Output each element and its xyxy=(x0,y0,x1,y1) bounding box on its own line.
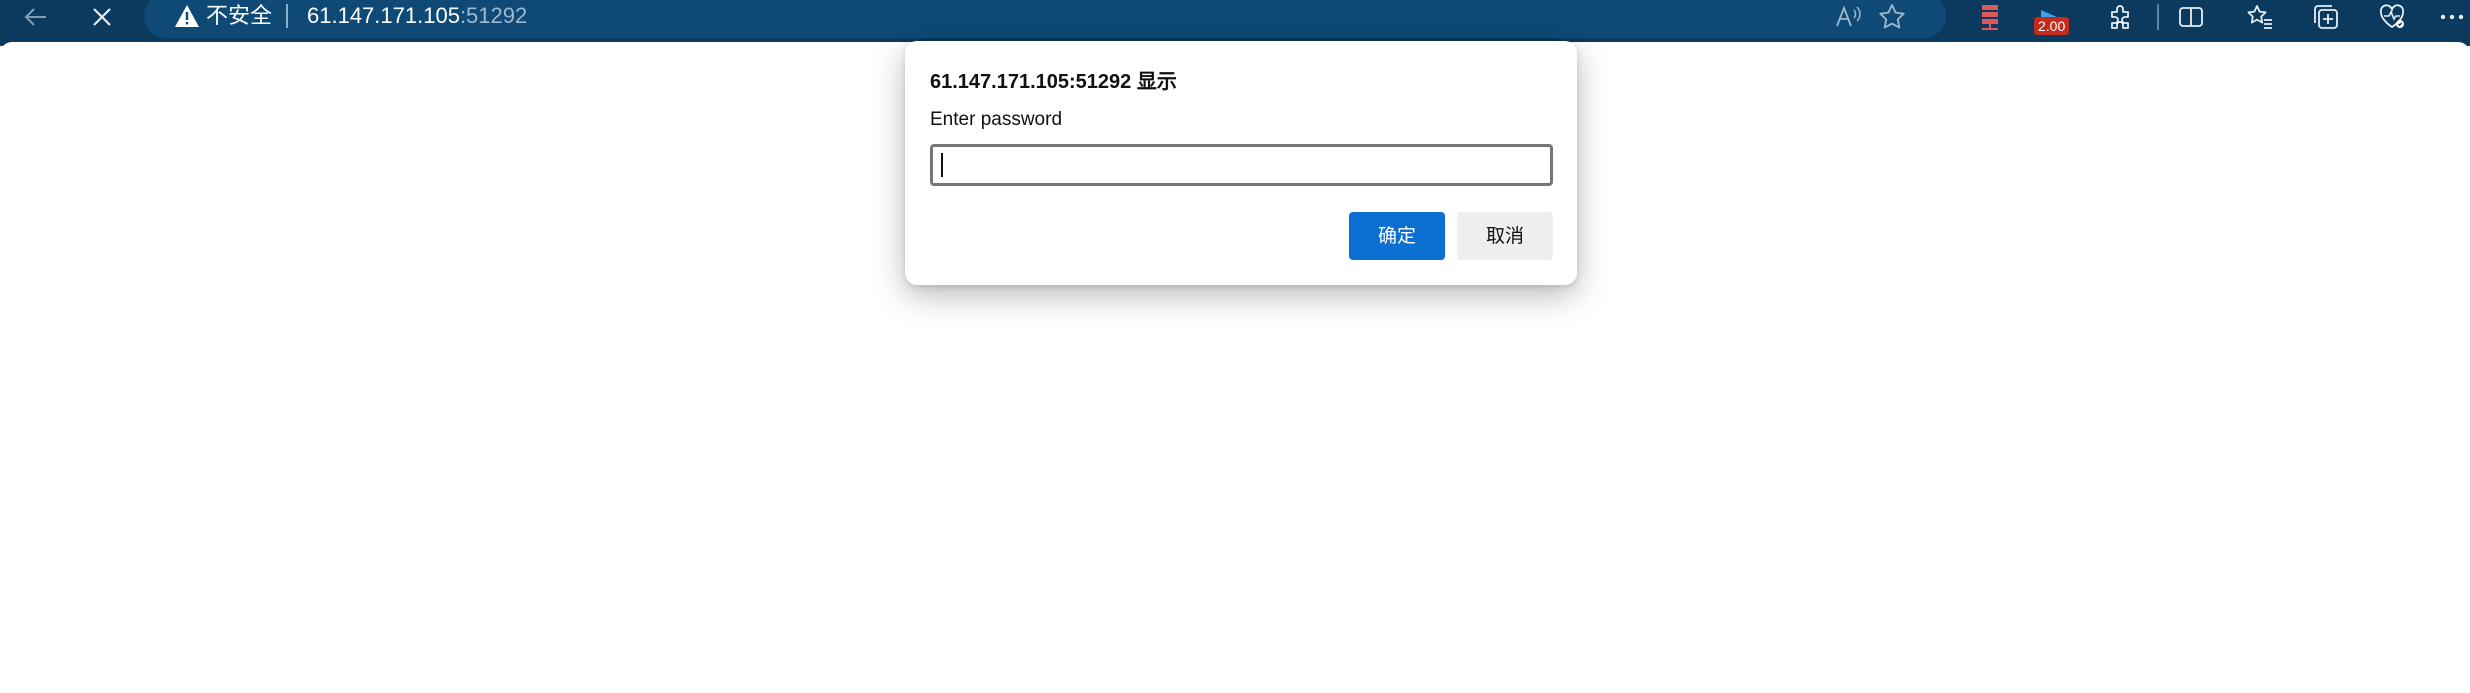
password-input[interactable] xyxy=(930,144,1553,186)
prompt-dialog: 61.147.171.105:51292 显示 Enter password 确… xyxy=(905,41,1577,285)
url-host: 61.147.171.105 xyxy=(307,3,460,28)
extensions-puzzle-icon[interactable] xyxy=(2100,0,2140,34)
address-bar[interactable]: 不安全 61.147.171.105:51292 xyxy=(144,0,1946,38)
favorite-star-icon[interactable] xyxy=(1872,0,1912,34)
browser-toolbar: 不安全 61.147.171.105:51292 2.00 xyxy=(0,0,2470,46)
address-divider xyxy=(286,4,288,28)
url-text[interactable]: 61.147.171.105:51292 xyxy=(307,1,527,31)
extension-badge: 2.00 xyxy=(2034,17,2070,35)
favorites-icon[interactable] xyxy=(2240,0,2280,34)
extension-server-icon[interactable] xyxy=(1970,0,2010,34)
read-aloud-icon[interactable] xyxy=(1828,0,1868,34)
cancel-button[interactable]: 取消 xyxy=(1457,212,1553,260)
toolbar-separator xyxy=(2157,4,2159,30)
back-icon[interactable] xyxy=(16,0,56,34)
text-caret xyxy=(941,153,943,177)
more-icon[interactable] xyxy=(2432,0,2470,34)
collections-icon[interactable] xyxy=(2306,0,2346,34)
close-icon[interactable] xyxy=(82,0,122,34)
browser-essentials-icon[interactable] xyxy=(2372,0,2412,34)
url-port: :51292 xyxy=(459,3,528,28)
dialog-title: 61.147.171.105:51292 显示 xyxy=(930,71,1177,93)
ok-button[interactable]: 确定 xyxy=(1349,212,1445,260)
warning-icon[interactable] xyxy=(174,4,200,28)
security-label[interactable]: 不安全 xyxy=(206,1,272,31)
dialog-message: Enter password xyxy=(930,109,1063,130)
split-screen-icon[interactable] xyxy=(2171,0,2211,34)
